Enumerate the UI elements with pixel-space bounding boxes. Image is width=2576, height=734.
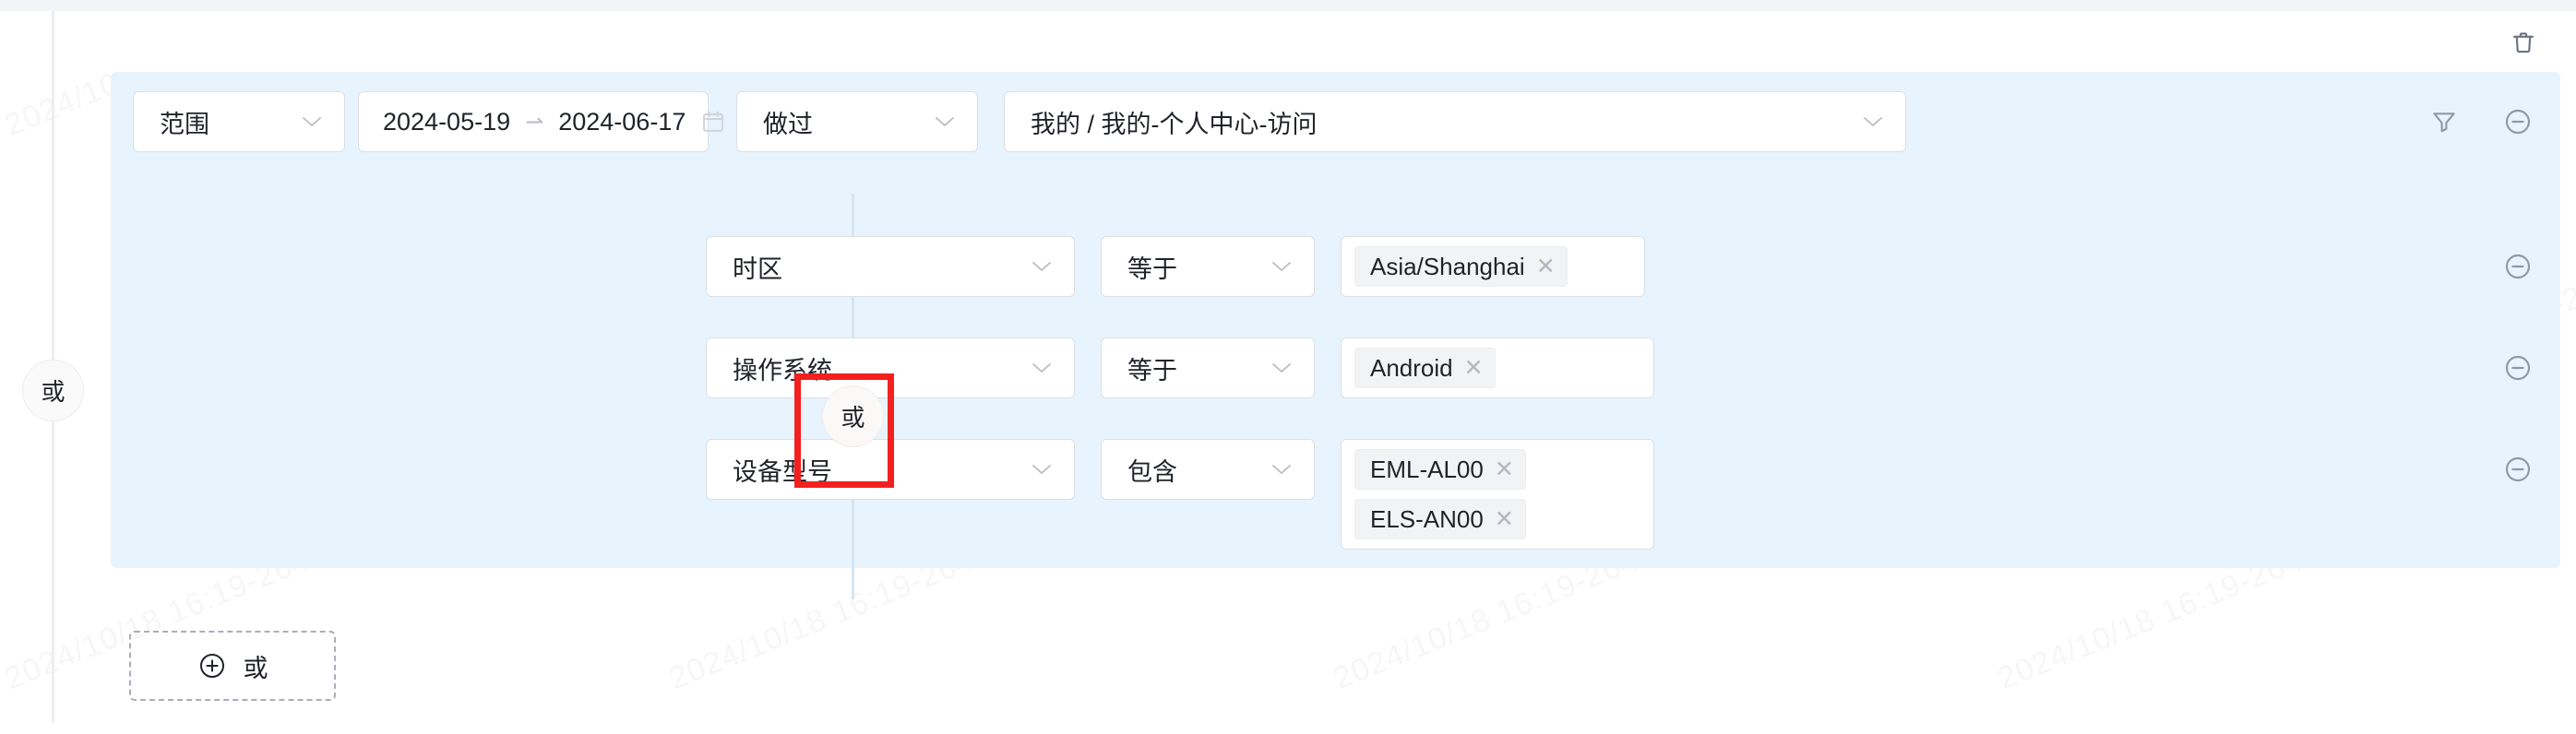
- property-select-value: 设备型号: [733, 457, 832, 486]
- chevron-down-icon: [1271, 463, 1292, 476]
- value-tag: EML-AL00 ✕: [1354, 449, 1526, 490]
- event-condition-row: 范围 2024-05-19 ⇀ 2024-06-17 做过 我的 / 我的-个人…: [111, 72, 2560, 172]
- operator-select[interactable]: 包含: [1101, 439, 1315, 500]
- chevron-down-icon: [302, 115, 322, 128]
- chevron-down-icon: [1032, 361, 1052, 374]
- property-select[interactable]: 设备型号: [706, 439, 1075, 500]
- value-tag-label: EML-AL00: [1370, 455, 1484, 483]
- chevron-down-icon: [1863, 115, 1883, 128]
- chevron-down-icon: [1032, 260, 1052, 273]
- event-select[interactable]: 我的 / 我的-个人中心-访问: [1004, 91, 1906, 152]
- panel-toolbar: [0, 11, 2576, 72]
- top-divider-strip: [0, 0, 2576, 11]
- chevron-down-icon: [1271, 361, 1292, 374]
- property-select[interactable]: 操作系统: [706, 337, 1075, 398]
- calendar-icon: [700, 108, 726, 136]
- date-range-end[interactable]: 2024-06-17: [558, 108, 686, 136]
- close-icon[interactable]: ✕: [1464, 356, 1484, 380]
- value-tag: Asia/Shanghai ✕: [1354, 246, 1568, 287]
- property-select[interactable]: 时区: [706, 236, 1075, 297]
- value-tag-label: Asia/Shanghai: [1370, 252, 1525, 280]
- value-tag: Android ✕: [1354, 348, 1496, 388]
- value-tag-label: ELS-AN00: [1370, 504, 1484, 533]
- operator-select[interactable]: 等于: [1101, 337, 1315, 398]
- value-tags-input[interactable]: EML-AL00 ✕ ELS-AN00 ✕: [1341, 439, 1654, 550]
- filter-icon[interactable]: [2424, 101, 2464, 142]
- scope-select-value: 范围: [160, 110, 209, 138]
- date-range-separator-icon: ⇀: [525, 109, 544, 135]
- inner-logic-operator-label: 或: [841, 404, 865, 432]
- outer-logic-operator-label: 或: [41, 378, 66, 406]
- outer-logic-operator-or[interactable]: 或: [22, 360, 84, 421]
- close-icon[interactable]: ✕: [1495, 457, 1514, 481]
- value-tag: ELS-AN00 ✕: [1354, 499, 1526, 539]
- date-range-picker[interactable]: 2024-05-19 ⇀ 2024-06-17: [358, 91, 724, 152]
- remove-sub-condition-button[interactable]: [2498, 348, 2538, 388]
- operator-select-value: 包含: [1127, 457, 1177, 486]
- operator-select-value: 等于: [1127, 356, 1177, 385]
- date-range-start[interactable]: 2024-05-19: [383, 108, 510, 136]
- condition-group-panel: 范围 2024-05-19 ⇀ 2024-06-17 做过 我的 / 我的-个人…: [111, 72, 2560, 599]
- close-icon[interactable]: ✕: [1495, 507, 1514, 531]
- chevron-down-icon: [935, 115, 955, 128]
- remove-sub-condition-button[interactable]: [2498, 449, 2538, 490]
- action-select-value: 做过: [763, 110, 813, 138]
- action-select[interactable]: 做过: [736, 91, 978, 152]
- chevron-down-icon: [1271, 260, 1292, 273]
- plus-circle-icon: [197, 651, 227, 681]
- remove-event-row-button[interactable]: [2498, 101, 2538, 142]
- operator-select[interactable]: 等于: [1101, 236, 1315, 297]
- add-or-condition-button[interactable]: 或: [129, 631, 336, 701]
- chevron-down-icon: [1032, 463, 1052, 476]
- trash-icon[interactable]: [2503, 22, 2544, 63]
- add-or-condition-label: 或: [243, 654, 268, 682]
- operator-select-value: 等于: [1127, 255, 1177, 283]
- value-tags-input[interactable]: Android ✕: [1341, 337, 1654, 398]
- property-select-value: 操作系统: [733, 356, 832, 385]
- event-select-value: 我的 / 我的-个人中心-访问: [1031, 110, 1318, 138]
- inner-logic-operator-or[interactable]: 或: [822, 385, 884, 447]
- value-tags-input[interactable]: Asia/Shanghai ✕: [1341, 236, 1645, 297]
- remove-sub-condition-button[interactable]: [2498, 246, 2538, 287]
- property-select-value: 时区: [733, 255, 782, 283]
- scope-select[interactable]: 范围: [133, 91, 345, 152]
- value-tag-label: Android: [1370, 353, 1453, 382]
- close-icon[interactable]: ✕: [1536, 255, 1556, 278]
